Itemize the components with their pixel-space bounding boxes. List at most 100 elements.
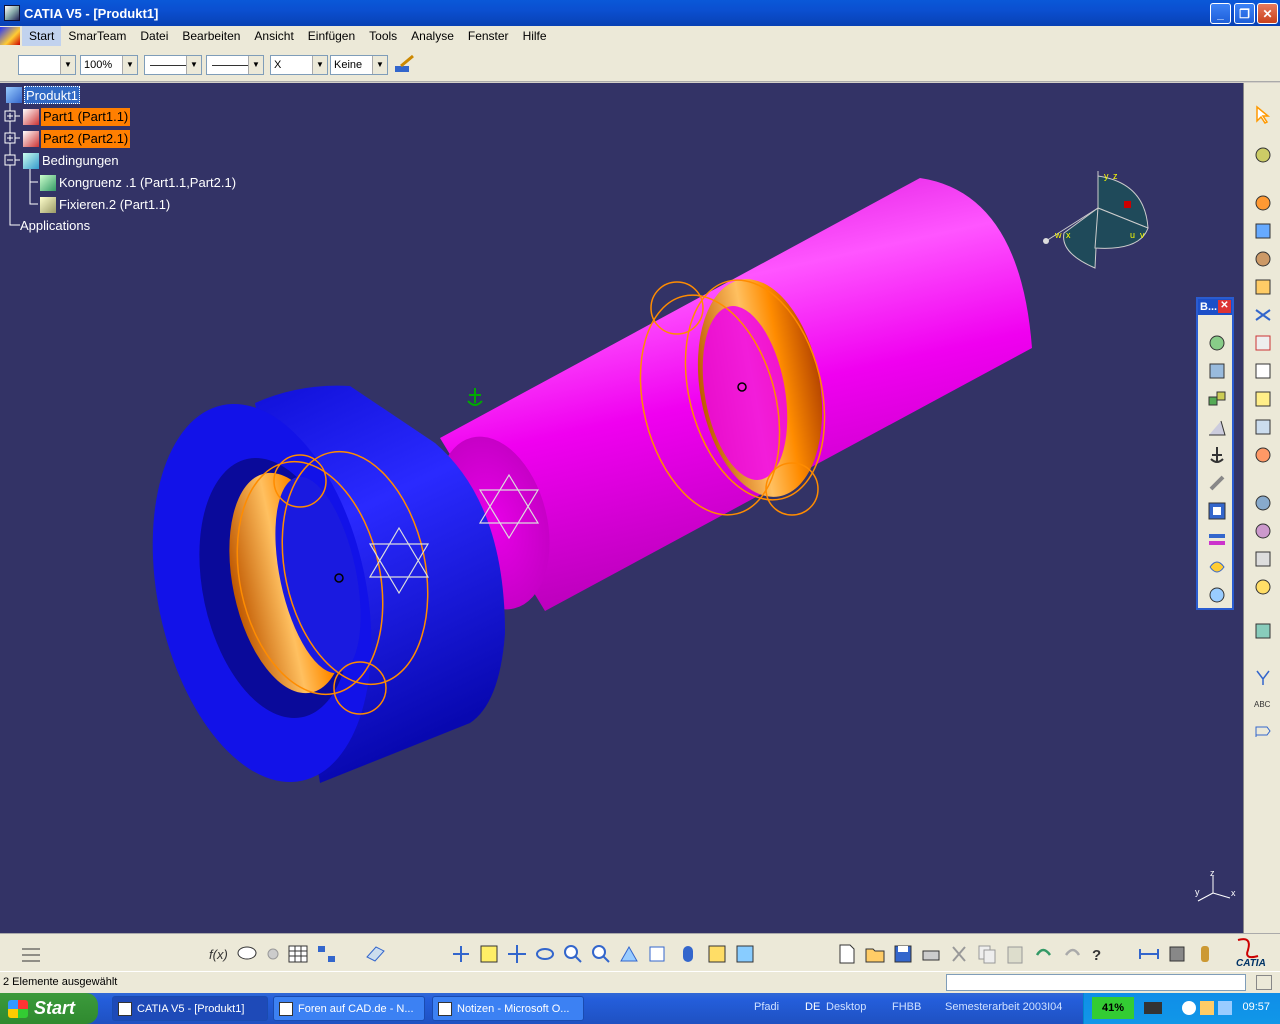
catalog-browser-icon[interactable] xyxy=(1253,193,1273,213)
tree-item-kongruenz[interactable]: Kongruenz .1 (Part1.1,Part2.1) xyxy=(59,174,236,192)
close-button[interactable]: ✕ xyxy=(1257,3,1278,24)
language-indicator[interactable]: DE xyxy=(805,1001,820,1013)
grid-icon[interactable] xyxy=(20,943,42,965)
catalog-icon[interactable] xyxy=(364,943,386,965)
zoom-in-icon[interactable] xyxy=(562,943,584,965)
fit-all-icon[interactable] xyxy=(478,943,500,965)
flexible-subassembly-icon[interactable] xyxy=(1207,529,1227,549)
replace-component-icon[interactable] xyxy=(1253,305,1273,325)
task-browser[interactable]: Foren auf CAD.de - N... xyxy=(273,996,425,1021)
menu-tools[interactable]: Tools xyxy=(362,26,404,46)
fly-mode-icon[interactable] xyxy=(1253,145,1273,165)
multi-instantiation-icon[interactable] xyxy=(1253,445,1273,465)
angle-tool-icon[interactable] xyxy=(1207,417,1227,437)
menu-start[interactable]: Start xyxy=(22,26,62,46)
minimize-button[interactable]: _ xyxy=(1210,3,1231,24)
shading-icon[interactable] xyxy=(677,943,699,965)
3d-viewport[interactable]: y z w x u v z y x Produkt1 Part1 (Part1.… xyxy=(0,83,1243,933)
linetype-dropdown[interactable]: ▼ xyxy=(206,55,264,75)
generate-numbering-icon[interactable] xyxy=(1253,361,1273,381)
hide-show-icon[interactable] xyxy=(706,943,728,965)
menu-fenster[interactable]: Fenster xyxy=(461,26,516,46)
task-outlook[interactable]: Notizen - Microsoft O... xyxy=(432,996,584,1021)
tree-item-produkt1[interactable]: Produkt1 xyxy=(24,86,81,104)
open-folder-icon[interactable] xyxy=(864,943,886,965)
tree-item-applications[interactable]: Applications xyxy=(20,217,90,235)
menu-bearbeiten[interactable]: Bearbeiten xyxy=(175,26,247,46)
tray-app-icon[interactable] xyxy=(1200,1001,1214,1015)
copy-icon[interactable] xyxy=(976,943,998,965)
anchor-fix-icon[interactable] xyxy=(467,388,483,406)
select-arrow-icon[interactable] xyxy=(1253,105,1273,125)
manipulation-icon[interactable] xyxy=(1253,493,1273,513)
weld-feature-icon[interactable] xyxy=(1253,667,1273,687)
menu-hilfe[interactable]: Hilfe xyxy=(516,26,554,46)
rotate-icon[interactable] xyxy=(534,943,556,965)
menu-analyse[interactable]: Analyse xyxy=(404,26,461,46)
pointsymbol-dropdown[interactable]: X ▼ xyxy=(270,55,328,75)
painter-icon[interactable] xyxy=(393,54,417,76)
offset-tool-icon[interactable] xyxy=(1207,389,1227,409)
linewidth-dropdown[interactable]: ▼ xyxy=(144,55,202,75)
power-plug-icon[interactable] xyxy=(1144,1002,1162,1014)
command-button[interactable] xyxy=(1256,975,1272,990)
tree-item-bedingungen[interactable]: Bedingungen xyxy=(42,152,119,170)
knowledge-icon[interactable] xyxy=(262,943,284,965)
measure-item-icon[interactable] xyxy=(1166,943,1188,965)
reuse-pattern-icon[interactable] xyxy=(1207,557,1227,577)
new-product-icon[interactable] xyxy=(1253,249,1273,269)
catia-logo-icon[interactable] xyxy=(0,27,20,45)
scenes-icon[interactable] xyxy=(1253,621,1273,641)
change-constraint-icon[interactable] xyxy=(1207,585,1227,605)
snap-icon[interactable] xyxy=(1253,521,1273,541)
zoom-out-icon[interactable] xyxy=(590,943,612,965)
palette-header[interactable]: B... ✕ xyxy=(1198,299,1232,315)
text-annotation-icon[interactable]: ABC xyxy=(1253,693,1273,713)
save-icon[interactable] xyxy=(892,943,914,965)
paste-icon[interactable] xyxy=(1004,943,1026,965)
compass-icon[interactable]: y z w x u v xyxy=(1043,171,1149,269)
redo-icon[interactable] xyxy=(1062,943,1084,965)
explode-icon[interactable] xyxy=(1253,549,1273,569)
transparency-dropdown[interactable]: 100% ▼ xyxy=(80,55,138,75)
coincidence-tool-icon[interactable] xyxy=(1207,333,1227,353)
existing-component-icon[interactable] xyxy=(1253,277,1273,297)
palette-close-button[interactable]: ✕ xyxy=(1218,300,1231,313)
layer-dropdown[interactable]: Keine ▼ xyxy=(330,55,388,75)
manage-representations-icon[interactable] xyxy=(1253,417,1273,437)
menu-ansicht[interactable]: Ansicht xyxy=(247,26,300,46)
new-file-icon[interactable] xyxy=(836,943,858,965)
tree-item-fixieren[interactable]: Fixieren.2 (Part1.1) xyxy=(59,196,170,214)
graph-tree-reorder-icon[interactable] xyxy=(1253,333,1273,353)
menu-smarteam[interactable]: SmarTeam xyxy=(61,26,133,46)
cut-icon[interactable] xyxy=(948,943,970,965)
tree-item-part1[interactable]: Part1 (Part1.1) xyxy=(41,108,131,126)
undo-icon[interactable] xyxy=(1032,943,1054,965)
quicklink-semesterarbeit[interactable]: Semesterarbeit 2003I04 xyxy=(945,1001,1062,1013)
fix-tool-icon[interactable] xyxy=(1207,445,1227,465)
selective-load-icon[interactable] xyxy=(1253,389,1273,409)
tray-arrow-icon[interactable] xyxy=(1182,1001,1196,1015)
iso-view-icon[interactable] xyxy=(646,943,668,965)
maximize-button[interactable]: ❐ xyxy=(1234,3,1255,24)
menu-einfuegen[interactable]: Einfügen xyxy=(301,26,362,46)
quicklink-fhbb[interactable]: FHBB xyxy=(892,1001,921,1013)
battery-meter[interactable]: 41% xyxy=(1092,997,1134,1019)
color-dropdown[interactable]: ▼ xyxy=(18,55,76,75)
tray-network-icon[interactable] xyxy=(1218,1001,1232,1015)
flag-note-icon[interactable] xyxy=(1253,721,1273,741)
new-component-icon[interactable] xyxy=(1253,221,1273,241)
print-icon[interactable] xyxy=(920,943,942,965)
stop-manipulate-on-clash-icon[interactable] xyxy=(1253,577,1273,597)
quicklink-desktop[interactable]: Desktop xyxy=(826,1001,866,1013)
task-catia[interactable]: CATIA V5 - [Produkt1] xyxy=(112,996,268,1021)
comment-icon[interactable] xyxy=(236,943,258,965)
whats-this-help-icon[interactable]: ? xyxy=(1090,943,1112,965)
tree-graph-icon[interactable] xyxy=(316,943,338,965)
quicklink-pfadi[interactable]: Pfadi xyxy=(754,1001,779,1013)
pan-icon[interactable] xyxy=(506,943,528,965)
swap-space-icon[interactable] xyxy=(734,943,756,965)
contact-tool-icon[interactable] xyxy=(1207,361,1227,381)
start-button[interactable]: Start xyxy=(0,993,98,1024)
quick-constraint-icon[interactable] xyxy=(1207,501,1227,521)
